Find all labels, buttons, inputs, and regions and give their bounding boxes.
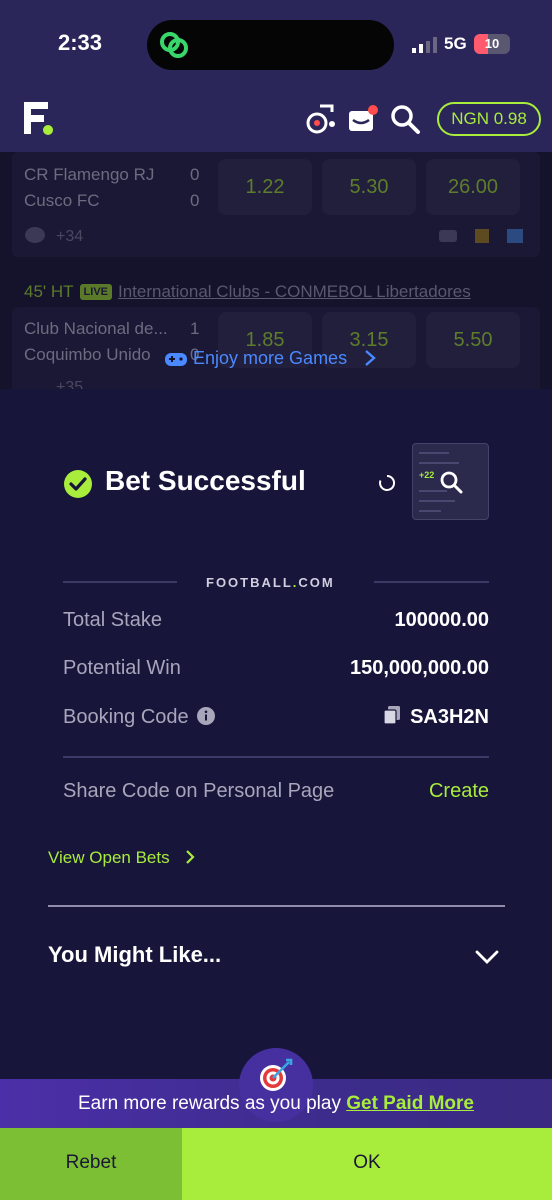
more-markets-count: +35 bbox=[56, 379, 84, 389]
home-team: CR Flamengo RJ bbox=[24, 165, 155, 184]
match-time: 45' HT bbox=[24, 282, 74, 301]
home-score: 1 bbox=[190, 319, 200, 338]
home-score: 0 bbox=[190, 165, 200, 184]
away-score: 0 bbox=[190, 191, 200, 210]
thumbnail-text: +22 bbox=[419, 470, 435, 480]
live-badge: LIVE bbox=[79, 284, 112, 300]
divider bbox=[63, 581, 177, 583]
share-code-label: Share Code on Personal Page bbox=[63, 780, 335, 802]
away-team: Coquimbo Unido bbox=[24, 345, 151, 364]
potential-win-label: Potential Win bbox=[63, 657, 181, 679]
success-check-icon bbox=[64, 470, 92, 498]
divider bbox=[374, 581, 489, 583]
sports-icon[interactable] bbox=[304, 102, 338, 136]
battery-level: 10 bbox=[484, 36, 500, 51]
loading-spinner-icon bbox=[379, 474, 396, 491]
chevron-right-icon bbox=[365, 350, 376, 366]
divider bbox=[48, 905, 505, 907]
total-stake-label: Total Stake bbox=[63, 609, 162, 631]
odd-home[interactable]: 1.22 bbox=[218, 159, 312, 215]
odd-away[interactable]: 26.00 bbox=[426, 159, 520, 215]
messages-icon[interactable] bbox=[346, 102, 380, 136]
create-share-button[interactable]: Create bbox=[429, 780, 489, 803]
network-type: 5G bbox=[444, 34, 467, 53]
status-bar: 2:33 5G 10 bbox=[0, 0, 552, 92]
copy-icon[interactable] bbox=[384, 706, 401, 724]
home-team: Club Nacional de... bbox=[24, 319, 168, 338]
zoom-icon bbox=[440, 471, 463, 494]
away-team: Cusco FC bbox=[24, 191, 100, 210]
booking-code-row: Booking Code bbox=[63, 706, 215, 729]
info-icon[interactable] bbox=[196, 707, 215, 725]
gamepad-icon bbox=[165, 353, 187, 366]
more-markets-count: +34 bbox=[56, 228, 84, 245]
match-list: CR Flamengo RJ 0 Cusco FC 0 1.22 5.30 26… bbox=[0, 152, 552, 389]
clock: 2:33 bbox=[58, 30, 103, 55]
total-stake-value: 100000.00 bbox=[394, 609, 489, 631]
link-app-icon bbox=[160, 32, 188, 58]
league-link[interactable]: International Clubs - CONMEBOL Libertado… bbox=[118, 282, 471, 301]
booking-code-label: Booking Code bbox=[63, 706, 189, 728]
app-header: NGN 0.98 bbox=[0, 92, 552, 152]
odd-draw[interactable]: 5.30 bbox=[322, 159, 416, 215]
chevron-down-icon[interactable] bbox=[474, 949, 500, 965]
odd-away[interactable]: 5.50 bbox=[426, 312, 520, 368]
tv-icon bbox=[439, 230, 457, 242]
match-card[interactable]: CR Flamengo RJ 0 Cusco FC 0 1.22 5.30 26… bbox=[12, 152, 540, 257]
signal-icon bbox=[412, 37, 437, 53]
view-open-bets-link[interactable]: View Open Bets bbox=[48, 848, 196, 868]
rewards-text: Earn more rewards as you play bbox=[78, 1093, 341, 1114]
enjoy-more-games-link[interactable]: Enjoy more Games bbox=[164, 348, 376, 369]
search-icon[interactable] bbox=[388, 102, 422, 136]
stats-icon bbox=[475, 229, 489, 243]
you-might-like-title[interactable]: You Might Like... bbox=[48, 942, 221, 968]
chevron-right-icon bbox=[185, 850, 195, 864]
chart-icon bbox=[507, 229, 523, 243]
view-open-bets-label: View Open Bets bbox=[48, 848, 170, 867]
live-header: 45' HT LIVE International Clubs - CONMEBOL… bbox=[24, 282, 471, 302]
booking-code-value: SA3H2N bbox=[410, 706, 489, 728]
potential-win-value: 150,000,000.00 bbox=[349, 657, 489, 679]
target-dart-icon bbox=[260, 1058, 293, 1091]
rebet-button[interactable]: Rebet bbox=[0, 1128, 182, 1200]
enjoy-more-games-label: Enjoy more Games bbox=[193, 348, 348, 368]
rewards-message: Earn more rewards as you play Get Paid M… bbox=[0, 1093, 552, 1115]
booking-code-value-group[interactable]: SA3H2N bbox=[384, 706, 489, 729]
battery-icon: 10 bbox=[474, 34, 510, 54]
balance-button[interactable]: NGN 0.98 bbox=[437, 102, 541, 136]
comments-icon bbox=[25, 227, 45, 243]
dynamic-island bbox=[147, 20, 394, 70]
ok-button[interactable]: OK bbox=[182, 1128, 552, 1200]
football-com-logo[interactable] bbox=[22, 100, 54, 136]
get-paid-more-link[interactable]: Get Paid More bbox=[346, 1093, 474, 1114]
bet-success-title: Bet Successful bbox=[105, 465, 306, 496]
football-com-wordmark: FOOTBALL.COM bbox=[206, 575, 335, 590]
bet-slip-thumbnail[interactable]: +22 bbox=[412, 443, 489, 520]
divider bbox=[63, 756, 489, 758]
